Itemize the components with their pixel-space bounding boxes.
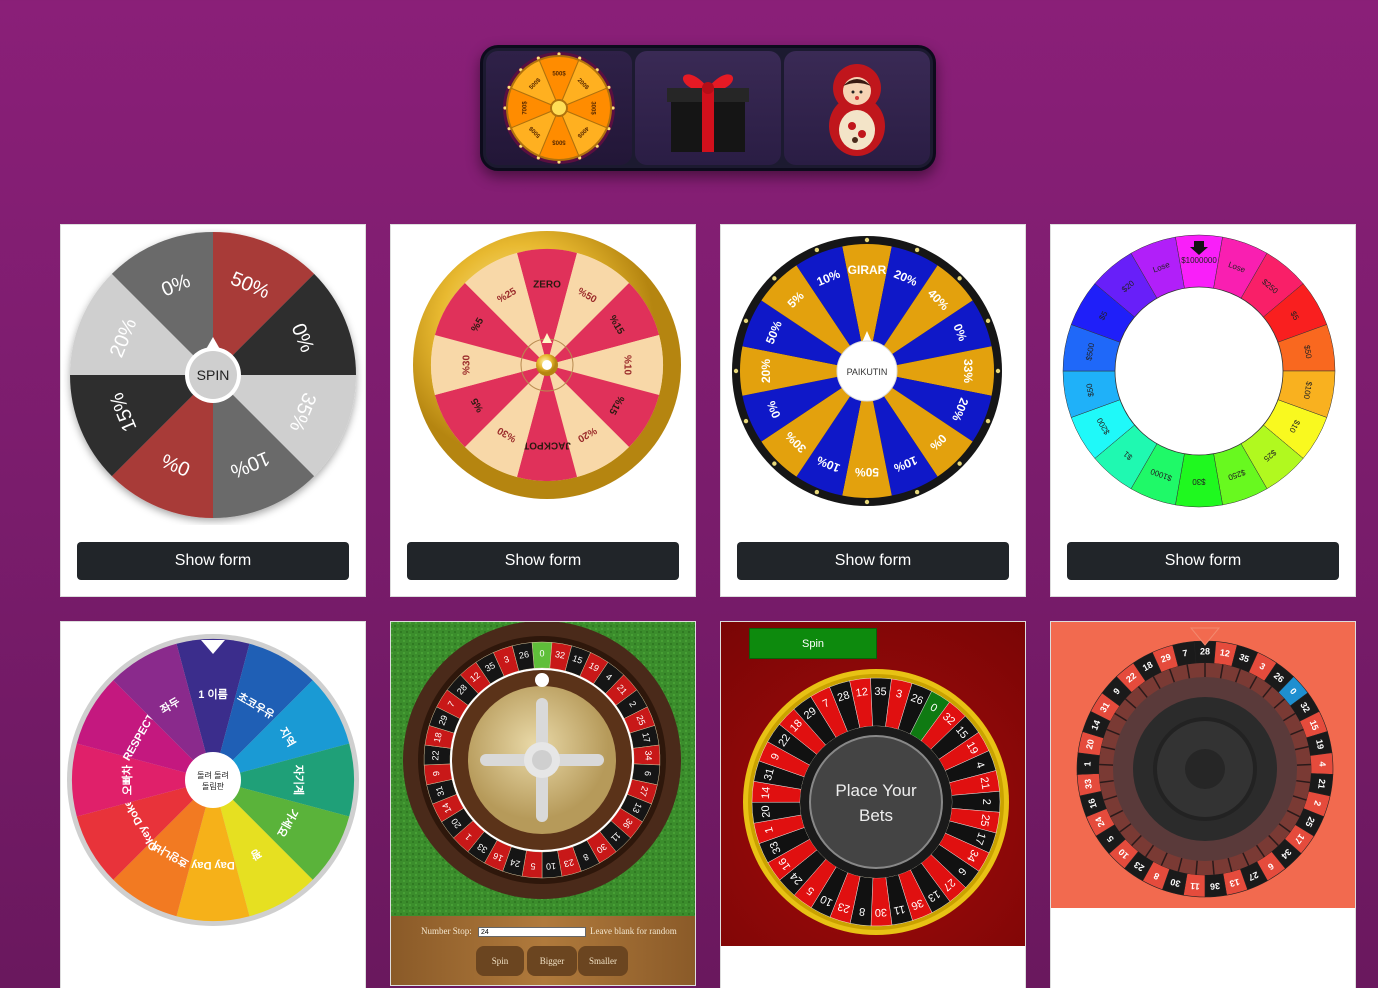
wheel-card-3: GIRAR 20% 40% 0% 33% 20% 0% 10% 50% 10% 30% 0% 20% 50…	[720, 224, 1026, 597]
roulette6-seg-label-9: 34	[643, 750, 653, 760]
wheel2-seg-label-6: JACKPOT	[523, 439, 571, 450]
roulette6-seg-label-18: 10	[546, 861, 557, 872]
roulette8-seg-label-19: 11	[1190, 881, 1200, 892]
roulette6-seg-label-28: 22	[430, 750, 440, 760]
wheel-4[interactable]: $1000000 Lose$250$5$50$100$10$25$250$30$1…	[1051, 225, 1356, 525]
roulette6-seg-label-8: 17	[640, 732, 652, 744]
spin-wheel-icon: 500$200$300$400$500$500$700$500$	[503, 52, 615, 164]
roulette-wheel-8[interactable]: 28 12 353260321519421225173462713361130823…	[1051, 622, 1356, 908]
roulette8-seg-label-1: 12	[1219, 647, 1231, 659]
roulette7-seg-label-34: 35	[874, 686, 887, 698]
place-your-bets-line1: Place Your	[835, 781, 917, 800]
roulette-wheel-7[interactable]: 0321519421225173462713361130823105241633…	[721, 622, 1026, 946]
roulette-wheel-6[interactable]: 0 32 1519421225173462713361130823105241633…	[391, 622, 696, 922]
tab-wheel-seg-label-0: 500$	[552, 72, 566, 78]
roulette8-seg-label-27: 33	[1083, 778, 1094, 789]
roulette-card-6: 0 32 15 19 4 21 2 25 17 34 6 27 13 36 11 30 8 23 10 5 24 16 33…	[390, 621, 696, 986]
tab-wheel-seg-label-2: 300$	[589, 101, 595, 115]
roulette6-seg-label-0: 0	[539, 648, 544, 658]
bigger-button[interactable]: Bigger	[527, 946, 577, 976]
number-stop-label: Number Stop:	[421, 926, 472, 936]
wheel3-seg-label-12: 20%	[759, 359, 773, 383]
spin-button-6[interactable]: Spin	[476, 946, 524, 976]
wheel2-seg-label-3: %10	[621, 355, 632, 375]
roulette-card-7: Spin 0 32 15 19 4 21 2 25 17 34 6 27 13 36 11 30 8 23 10 5 2…	[720, 621, 1026, 988]
gift-box-icon	[667, 74, 749, 152]
place-your-bets-line2: Bets	[859, 806, 893, 825]
roulette7-seg-label-6: 2	[980, 799, 992, 805]
roulette7-seg-label-7: 25	[978, 813, 992, 827]
roulette8-seg-label-29: 20	[1084, 738, 1096, 750]
tab-gift[interactable]	[635, 51, 781, 165]
wheel-5[interactable]: 1 이름 초코우유지역자기계가세요꽝Day Day흐앙나비Okey Dokey오빠…	[61, 622, 366, 932]
roulette6-seg-label-1: 32	[554, 649, 566, 661]
roulette8-seg-label-10: 21	[1316, 778, 1327, 789]
wheel4-seg-label-9: $30	[1192, 477, 1206, 486]
spin-center-label[interactable]: SPIN	[197, 367, 230, 383]
roulette6-seg-label-29: 18	[432, 732, 444, 744]
wheel5-seg-label-0: 1 이름	[198, 687, 227, 701]
show-form-button-3[interactable]: Show form	[737, 542, 1009, 580]
matryoshka-doll-icon	[829, 64, 885, 156]
roulette7-seg-label-25: 14	[760, 786, 773, 799]
wheel5-seg-label-6: Day Day	[190, 859, 234, 871]
tab-wheel[interactable]: 500$ 200$ 300$ 400$ 500$ 500$ 700$ 500$	[486, 51, 632, 165]
roulette8-seg-label-28: 1	[1082, 761, 1092, 766]
roulette8-seg-label-9: 4	[1317, 761, 1327, 766]
wheel3-seg-label-0: GIRAR	[848, 263, 887, 277]
tab-matryoshka[interactable]	[784, 51, 930, 165]
roulette7-seg-label-5: 21	[978, 776, 992, 790]
wheel2-seg-label-9: %30	[462, 355, 473, 375]
wheel-1[interactable]: 50%0%35%10%0%15%20%0% SPIN	[61, 225, 366, 525]
wheel2-seg-label-0: ZERO	[533, 280, 561, 291]
roulette-card-8: 28 12 35 3 26 0 32 15 19 4 21 2 25 17 34 6 27 13 36 11 30 8 23…	[1050, 621, 1356, 988]
roulette-controls-panel: Number Stop: Leave blank for random Spin…	[391, 916, 695, 985]
wheel-card-5: 1 이름 초코우유 지역 자기계 가세요 꽝 Day Day 흐앙나비 Okey Dokey 오빠…	[60, 621, 366, 988]
number-stop-input[interactable]	[478, 927, 586, 937]
wheel4-seg-label-0: $1000000	[1181, 256, 1217, 265]
wheel5-seg-label-3: 자기계	[292, 765, 306, 795]
wheel-card-1: 50% 0% 35% 10% 0% 15% 20% 0% SPIN Show form	[60, 224, 366, 597]
smaller-button[interactable]: Smaller	[578, 946, 628, 976]
roulette8-seg-label-18: 36	[1210, 881, 1221, 892]
tab-wheel-seg-label-6: 700$	[523, 101, 529, 115]
roulette6-seg-label-19: 5	[530, 861, 536, 871]
svg-text:돌림판: 돌림판	[202, 781, 225, 791]
game-type-tabs: 500$ 200$ 300$ 400$ 500$ 500$ 700$ 500$	[480, 45, 936, 171]
number-stop-hint: Leave blank for random	[590, 926, 677, 936]
show-form-button-2[interactable]: Show form	[407, 542, 679, 580]
svg-text:돌려 돌려: 돌려 돌려	[197, 770, 229, 780]
roulette8-seg-label-0: 28	[1200, 646, 1210, 656]
wheel3-seg-label-8: 50%	[855, 465, 879, 479]
roulette7-seg-label-15: 30	[874, 906, 887, 919]
roulette8-seg-label-8: 19	[1314, 738, 1326, 750]
roulette7-seg-label-24: 20	[760, 805, 773, 818]
tab-wheel-seg-label-4: 500$	[552, 138, 566, 144]
wheel-3[interactable]: GIRAR 20%40%0%33%20%0%10%50%10%30%0%20%50…	[721, 225, 1026, 525]
wheel-card-2: ZERO %50 %15 %10 %15 %20 JACKPOT %30 %5 %30 %5 %25 …	[390, 224, 696, 597]
show-form-button-4[interactable]: Show form	[1067, 542, 1339, 580]
paikutin-center-label[interactable]: PAIKUTIN	[847, 367, 888, 377]
wheel5-seg-label-9: 오빠차	[120, 764, 134, 795]
wheel3-seg-label-4: 33%	[961, 359, 975, 383]
roulette6-seg-label-36: 26	[518, 649, 530, 661]
show-form-button-1[interactable]: Show form	[77, 542, 349, 580]
roulette7-seg-label-33: 12	[855, 686, 869, 699]
wheel-card-4: $1000000 Lose $250 $5 $50 $100 $10 $25 $250 $30 $1…	[1050, 224, 1356, 597]
wheel-2[interactable]: ZERO%50%15%10%15%20JACKPOT%30%5%30%5%25	[391, 225, 696, 525]
